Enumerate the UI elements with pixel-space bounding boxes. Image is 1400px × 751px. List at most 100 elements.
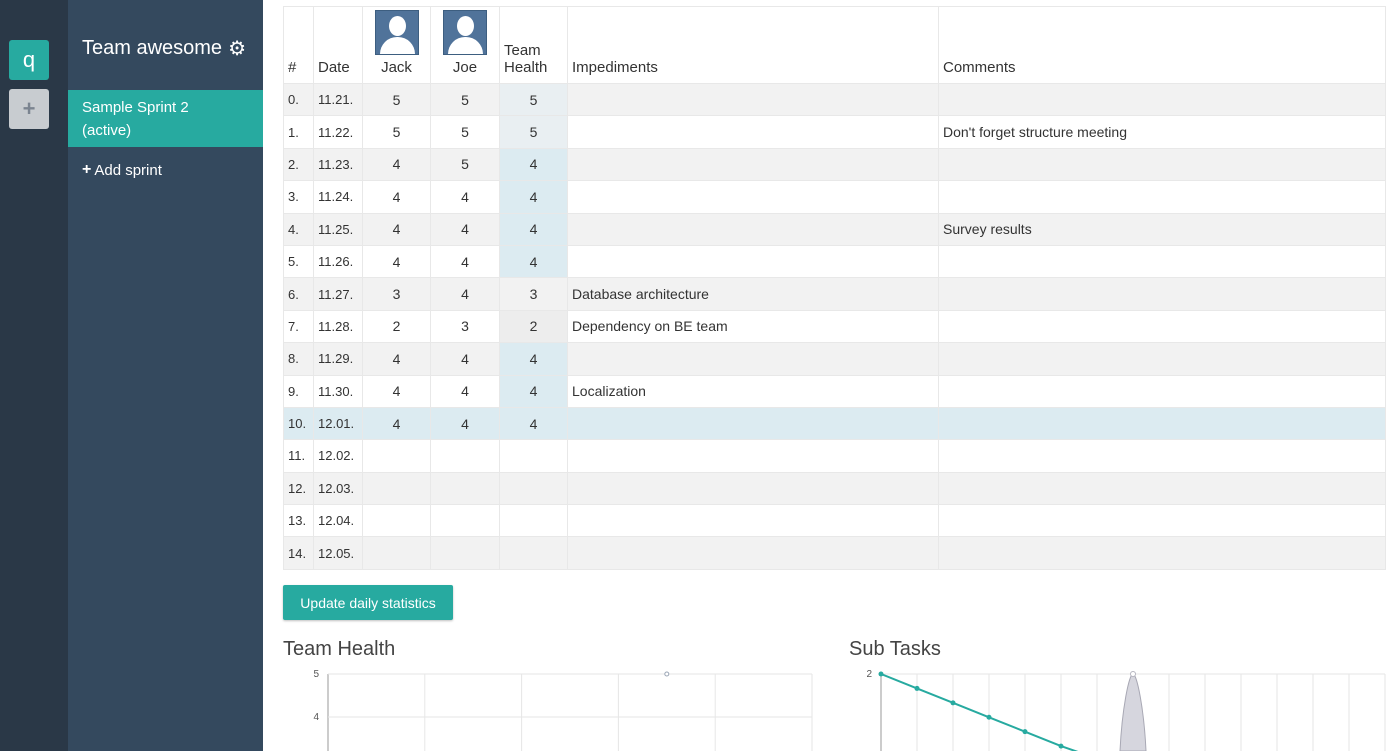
table-row[interactable]: 11. 12.02. — [283, 439, 1386, 473]
cell-jack[interactable]: 4 — [362, 374, 431, 408]
cell-jack[interactable] — [362, 439, 431, 473]
cell-team-health[interactable]: 4 — [499, 244, 568, 279]
cell-jack[interactable]: 4 — [362, 180, 431, 214]
cell-joe[interactable]: 4 — [430, 277, 500, 311]
cell-team-health[interactable]: 5 — [499, 115, 568, 149]
table-row[interactable]: 4. 11.25. 4 4 4 Survey results — [283, 212, 1386, 246]
table-row[interactable]: 10. 12.01. 4 4 4 — [283, 406, 1386, 441]
cell-jack[interactable] — [362, 536, 431, 570]
cell-joe[interactable]: 4 — [430, 212, 500, 246]
cell-comment[interactable] — [938, 277, 1386, 311]
table-row[interactable]: 0. 11.21. 5 5 5 — [283, 82, 1386, 117]
table-row[interactable]: 14. 12.05. — [283, 536, 1386, 570]
cell-joe[interactable]: 4 — [430, 342, 500, 376]
cell-team-health[interactable] — [499, 504, 568, 538]
cell-team-health[interactable]: 4 — [499, 406, 568, 441]
table-row[interactable]: 6. 11.27. 3 4 3 Database architecture — [283, 277, 1386, 311]
add-sprint-link[interactable]: + Add sprint — [82, 161, 162, 179]
cell-jack[interactable]: 2 — [362, 309, 431, 344]
sprint-status: (active) — [82, 122, 132, 139]
cell-impediment[interactable]: Database architecture — [567, 277, 939, 311]
cell-jack[interactable]: 5 — [362, 115, 431, 149]
table-row[interactable]: 3. 11.24. 4 4 4 — [283, 180, 1386, 214]
cell-joe[interactable]: 5 — [430, 147, 500, 182]
cell-impediment[interactable] — [567, 536, 939, 570]
cell-joe[interactable] — [430, 504, 500, 538]
cell-team-health[interactable] — [499, 536, 568, 570]
cell-impediment[interactable]: Localization — [567, 374, 939, 408]
table-row[interactable]: 7. 11.28. 2 3 2 Dependency on BE team — [283, 309, 1386, 344]
cell-comment[interactable] — [938, 504, 1386, 538]
cell-impediment[interactable] — [567, 342, 939, 376]
cell-impediment[interactable] — [567, 212, 939, 246]
cell-comment[interactable] — [938, 244, 1386, 279]
cell-joe[interactable]: 4 — [430, 406, 500, 441]
data-point — [878, 671, 884, 677]
cell-joe[interactable] — [430, 471, 500, 506]
cell-team-health[interactable]: 4 — [499, 342, 568, 376]
cell-comment[interactable] — [938, 147, 1386, 182]
chart-title-sub-tasks: Sub Tasks — [849, 638, 941, 660]
cell-team-health[interactable]: 4 — [499, 374, 568, 408]
cell-impediment[interactable] — [567, 471, 939, 506]
table-row[interactable]: 1. 11.22. 5 5 5 Don't forget structure meetin… — [283, 115, 1386, 149]
cell-comment[interactable] — [938, 82, 1386, 117]
table-row[interactable]: 8. 11.29. 4 4 4 — [283, 342, 1386, 376]
cell-team-health[interactable]: 2 — [499, 309, 568, 344]
cell-team-health[interactable]: 4 — [499, 212, 568, 246]
cell-comment[interactable] — [938, 536, 1386, 570]
team-q-button[interactable]: q — [9, 40, 49, 80]
cell-jack[interactable]: 4 — [362, 147, 431, 182]
cell-comment[interactable] — [938, 309, 1386, 344]
plus-icon: + — [82, 161, 92, 178]
table-row[interactable]: 12. 12.03. — [283, 471, 1386, 506]
update-daily-statistics-button[interactable]: Update daily statistics — [283, 585, 453, 620]
cell-joe[interactable]: 4 — [430, 374, 500, 408]
cell-jack[interactable] — [362, 471, 431, 506]
cell-joe[interactable]: 3 — [430, 309, 500, 344]
cell-comment[interactable] — [938, 180, 1386, 214]
cell-jack[interactable] — [362, 504, 431, 538]
cell-impediment[interactable] — [567, 439, 939, 473]
sidebar-item-active-sprint[interactable]: Sample Sprint 2 (active) — [68, 90, 263, 147]
cell-impediment[interactable] — [567, 244, 939, 279]
cell-team-health[interactable]: 4 — [499, 147, 568, 182]
cell-jack[interactable]: 5 — [362, 82, 431, 117]
cell-impediment[interactable] — [567, 147, 939, 182]
cell-impediment[interactable]: Dependency on BE team — [567, 309, 939, 344]
cell-impediment[interactable] — [567, 504, 939, 538]
cell-comment[interactable]: Survey results — [938, 212, 1386, 246]
cell-comment[interactable] — [938, 342, 1386, 376]
cell-comment[interactable] — [938, 471, 1386, 506]
gear-icon[interactable]: ⚙ — [228, 36, 246, 61]
cell-joe[interactable]: 4 — [430, 244, 500, 279]
cell-jack[interactable]: 4 — [362, 212, 431, 246]
cell-jack[interactable]: 4 — [362, 342, 431, 376]
cell-team-health[interactable]: 3 — [499, 277, 568, 311]
cell-impediment[interactable] — [567, 82, 939, 117]
cell-joe[interactable]: 4 — [430, 180, 500, 214]
add-team-button[interactable]: + — [9, 89, 49, 129]
cell-comment[interactable] — [938, 439, 1386, 473]
table-row[interactable]: 5. 11.26. 4 4 4 — [283, 244, 1386, 279]
cell-team-health[interactable] — [499, 439, 568, 473]
cell-team-health[interactable]: 4 — [499, 180, 568, 214]
cell-comment[interactable] — [938, 374, 1386, 408]
cell-impediment[interactable] — [567, 115, 939, 149]
cell-team-health[interactable] — [499, 471, 568, 506]
cell-impediment[interactable] — [567, 406, 939, 441]
cell-joe[interactable] — [430, 536, 500, 570]
table-row[interactable]: 2. 11.23. 4 5 4 — [283, 147, 1386, 182]
cell-impediment[interactable] — [567, 180, 939, 214]
cell-team-health[interactable]: 5 — [499, 82, 568, 117]
table-row[interactable]: 13. 12.04. — [283, 504, 1386, 538]
table-row[interactable]: 9. 11.30. 4 4 4 Localization — [283, 374, 1386, 408]
cell-jack[interactable]: 3 — [362, 277, 431, 311]
cell-jack[interactable]: 4 — [362, 406, 431, 441]
cell-comment[interactable]: Don't forget structure meeting — [938, 115, 1386, 149]
cell-comment[interactable] — [938, 406, 1386, 441]
cell-joe[interactable]: 5 — [430, 115, 500, 149]
cell-joe[interactable] — [430, 439, 500, 473]
cell-joe[interactable]: 5 — [430, 82, 500, 117]
cell-jack[interactable]: 4 — [362, 244, 431, 279]
